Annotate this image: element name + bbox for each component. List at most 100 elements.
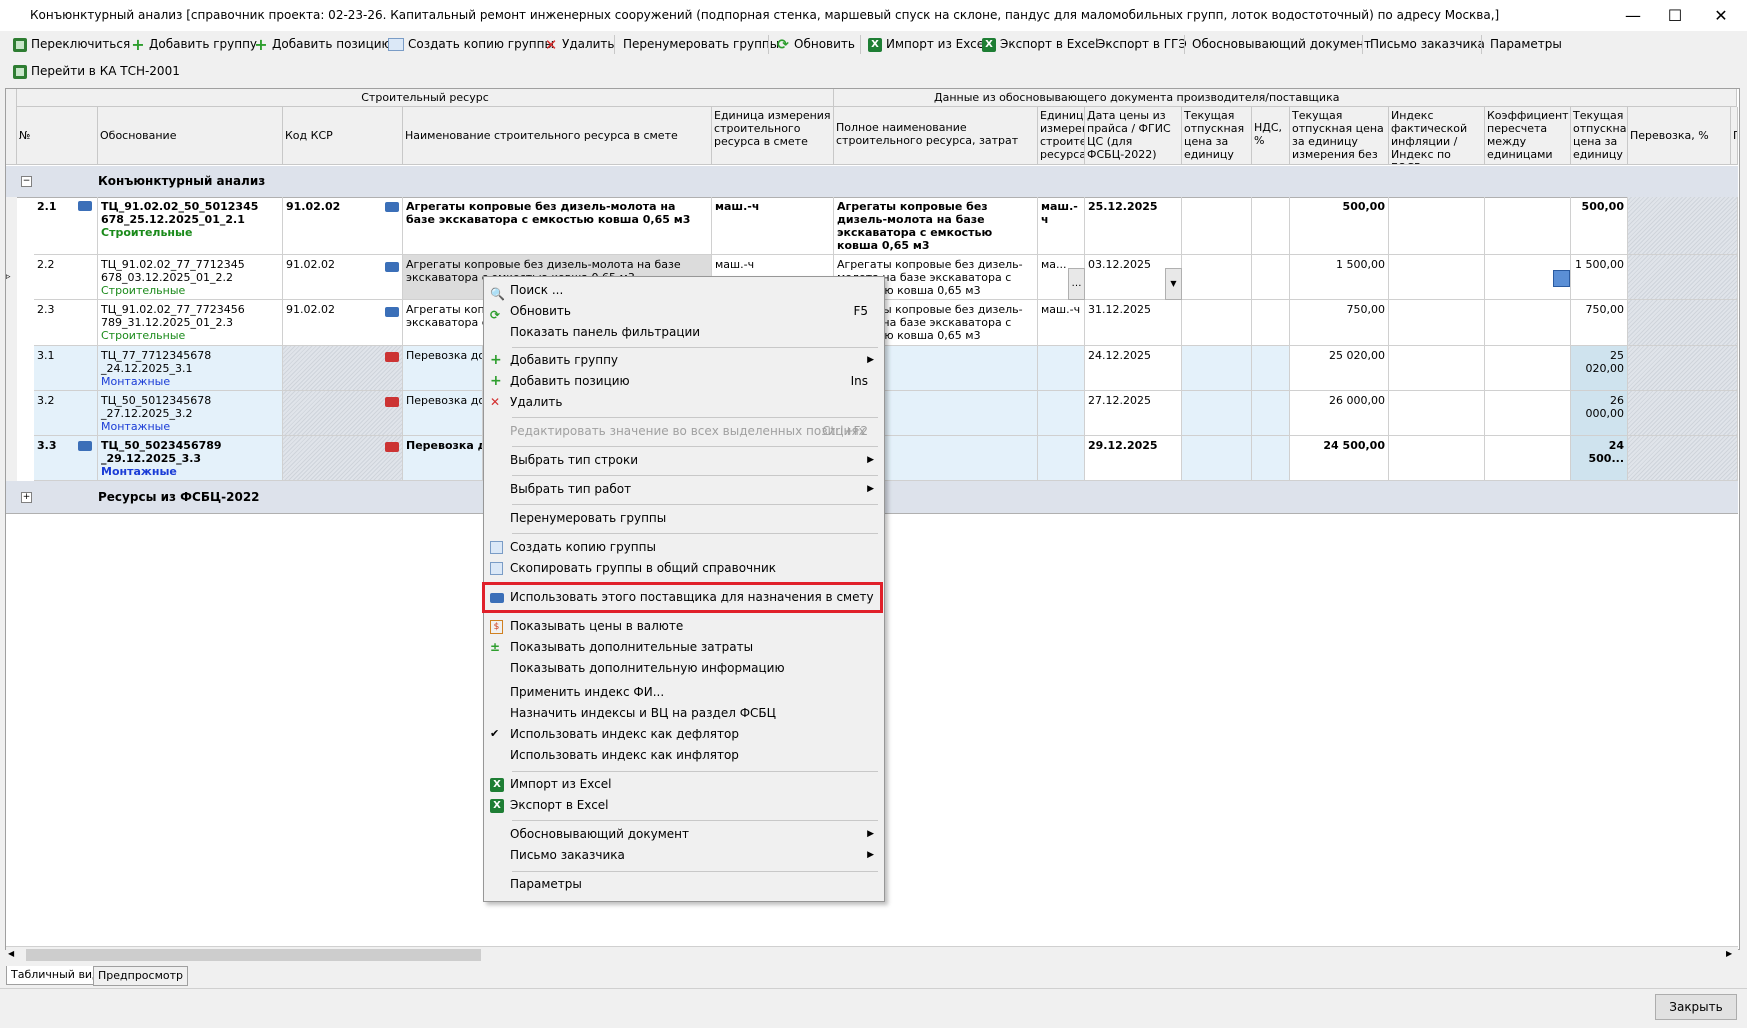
cell-curprice[interactable] <box>1182 255 1252 300</box>
menu-item-add-position[interactable]: + Добавить позицию Ins <box>486 371 880 392</box>
calc-icon[interactable] <box>1553 270 1570 287</box>
cell-name[interactable]: Перевозка до объекта <box>403 391 483 436</box>
expand-icon[interactable]: + <box>21 492 32 503</box>
cell-basis[interactable]: ТЦ_50_5023456789 _29.12.2025_3.3 Монтажны… <box>98 436 283 481</box>
cell-num[interactable]: 2.2 <box>34 255 98 300</box>
col-header-name[interactable]: Наименование строительного ресурса в сме… <box>403 107 712 165</box>
cell-curprice[interactable] <box>1182 436 1252 481</box>
cell-name[interactable]: Агрегаты копровые без дизель-молота на б… <box>403 197 712 255</box>
cell-fullname[interactable] <box>883 391 1038 436</box>
cell-curprice2[interactable]: 1 500,00 <box>1290 255 1389 300</box>
cell-basis[interactable]: ТЦ_50_5012345678 _27.12.2025_3.2 Монтажны… <box>98 391 283 436</box>
row-selector[interactable] <box>6 346 17 391</box>
cell-curprice[interactable] <box>1182 197 1252 255</box>
menu-item-show-extra-costs[interactable]: ± Показывать дополнительные затраты <box>486 637 880 658</box>
menu-item-apply-index[interactable]: Применить индекс ФИ... <box>486 682 880 703</box>
cell-curprice3[interactable]: 500,00 <box>1571 197 1628 255</box>
cell-basis[interactable]: ТЦ_91.02.02_50_5012345 678_25.12.2025_01… <box>98 197 283 255</box>
row-selector-active[interactable]: ▹ <box>6 255 17 301</box>
menu-item-justify-doc[interactable]: Обосновывающий документ ▶ <box>486 824 880 845</box>
cell-date[interactable]: 29.12.2025 <box>1085 436 1182 481</box>
col-header-coef[interactable]: Коэффициент пересчета между единицами <box>1485 107 1571 165</box>
row-selector[interactable] <box>6 436 17 481</box>
cell-unit2[interactable] <box>1038 436 1085 481</box>
group-row[interactable] <box>6 166 1738 198</box>
cell-vat[interactable] <box>1252 197 1290 255</box>
row-selector[interactable] <box>6 197 17 256</box>
export-excel-button[interactable]: X Экспорт в Excel <box>978 34 1103 55</box>
scroll-right-icon[interactable]: ▶ <box>1726 949 1732 958</box>
add-group-button[interactable]: + Добавить группу <box>127 34 261 55</box>
cell-unit2[interactable]: маш.-ч <box>1038 300 1085 346</box>
cell-name[interactable]: Перевозка до объекта <box>403 346 483 391</box>
cell-curprice3[interactable]: 26 000,00 <box>1571 391 1628 436</box>
row-selector[interactable] <box>6 300 17 347</box>
cell-basis[interactable]: ТЦ_91.02.02_77_7723456 789_31.12.2025_01… <box>98 300 283 346</box>
refresh-button[interactable]: ⟳ Обновить <box>772 34 859 55</box>
cell-index[interactable] <box>1389 436 1485 481</box>
scroll-left-icon[interactable]: ◀ <box>8 949 14 958</box>
cell-curprice2[interactable]: 500,00 <box>1290 197 1389 255</box>
cell-transport[interactable] <box>1628 391 1738 436</box>
cell-coef[interactable] <box>1485 300 1571 346</box>
cell-coef[interactable] <box>1485 346 1571 391</box>
cell-vat[interactable] <box>1252 346 1290 391</box>
cell-curprice3[interactable]: 25 020,00 <box>1571 346 1628 391</box>
menu-item-delete[interactable]: ✕ Удалить <box>486 392 880 413</box>
close-button[interactable]: Закрыть <box>1655 994 1737 1020</box>
cell-name[interactable]: Перевозка до объекта <box>403 436 483 481</box>
cell-index[interactable] <box>1389 346 1485 391</box>
cell-index[interactable] <box>1389 255 1485 300</box>
ellipsis-button[interactable]: … <box>1068 268 1085 300</box>
col-header-fullname[interactable]: Полное наименование строительного ресурс… <box>834 107 1038 165</box>
cell-index[interactable] <box>1389 300 1485 346</box>
col-header-index[interactable]: Индекс фактической инфляции / Индекс по … <box>1389 107 1485 165</box>
minimize-button[interactable]: — <box>1610 0 1656 31</box>
add-position-button[interactable]: + Добавить позицию <box>250 34 396 55</box>
menu-item-search[interactable]: 🔍 Поиск ... <box>486 280 880 301</box>
cell-index[interactable] <box>1389 391 1485 436</box>
cell-curprice2[interactable]: 25 020,00 <box>1290 346 1389 391</box>
cell-curprice[interactable] <box>1182 391 1252 436</box>
menu-item-row-type[interactable]: Выбрать тип строки ▶ <box>486 450 880 471</box>
cell-curprice3[interactable]: 24 500... <box>1571 436 1628 481</box>
cell-fullname[interactable] <box>883 436 1038 481</box>
col-header-num[interactable]: № <box>17 107 98 165</box>
col-header-curprice[interactable]: Текущая отпускная цена за единицу <box>1182 107 1252 165</box>
menu-item-use-deflator[interactable]: ✔ Использовать индекс как дефлятор <box>486 724 880 745</box>
cell-transport[interactable] <box>1628 436 1738 481</box>
maximize-button[interactable]: ☐ <box>1652 0 1698 31</box>
menu-item-import-excel[interactable]: X Импорт из Excel <box>486 774 880 795</box>
cell-unit2[interactable]: маш.-ч <box>1038 197 1085 255</box>
menu-item-copy-group[interactable]: Создать копию группы <box>486 537 880 558</box>
menu-item-filter-panel[interactable]: Показать панель фильтрации <box>486 322 880 343</box>
cell-index[interactable] <box>1389 197 1485 255</box>
cell-date[interactable]: 25.12.2025 <box>1085 197 1182 255</box>
cell-coef[interactable] <box>1485 197 1571 255</box>
cell-curprice[interactable] <box>1182 346 1252 391</box>
cell-basis[interactable]: ТЦ_77_7712345678 _24.12.2025_3.1 Монтажны… <box>98 346 283 391</box>
cell-vat[interactable] <box>1252 300 1290 346</box>
cell-date[interactable]: 31.12.2025 <box>1085 300 1182 346</box>
justify-doc-button[interactable]: Обосновывающий документ <box>1188 34 1375 55</box>
menu-item-use-inflator[interactable]: Использовать индекс как инфлятор <box>486 745 880 766</box>
delete-button[interactable]: ✕ Удалить <box>540 34 619 55</box>
cell-num[interactable]: 2.3 <box>34 300 98 346</box>
cell-transport[interactable] <box>1628 197 1738 255</box>
cell-curprice2[interactable]: 24 500,00 <box>1290 436 1389 481</box>
copy-group-button[interactable]: Создать копию группы <box>384 34 558 55</box>
cell-vat[interactable] <box>1252 255 1290 300</box>
col-header-curprice3[interactable]: Текущая отпускная цена за единицу <box>1571 107 1628 165</box>
col-header-last[interactable]: П <box>1731 107 1738 165</box>
cell-transport[interactable] <box>1628 300 1738 346</box>
col-header-date[interactable]: Дата цены из прайса / ФГИС ЦС (для ФСБЦ-… <box>1085 107 1182 165</box>
cell-unit2[interactable] <box>1038 391 1085 436</box>
col-header-vat[interactable]: НДС, % <box>1252 107 1290 165</box>
cell-vat[interactable] <box>1252 436 1290 481</box>
menu-item-show-currency[interactable]: $ Показывать цены в валюте <box>486 616 880 637</box>
date-dropdown-icon[interactable]: ▼ <box>1165 268 1182 300</box>
menu-item-show-extra-info[interactable]: Показывать дополнительную информацию <box>486 658 880 679</box>
cell-num[interactable]: 3.2 <box>34 391 98 436</box>
col-header-unit[interactable]: Единица измерения строительного ресурса … <box>712 107 834 165</box>
menu-item-params[interactable]: Параметры <box>486 874 880 895</box>
